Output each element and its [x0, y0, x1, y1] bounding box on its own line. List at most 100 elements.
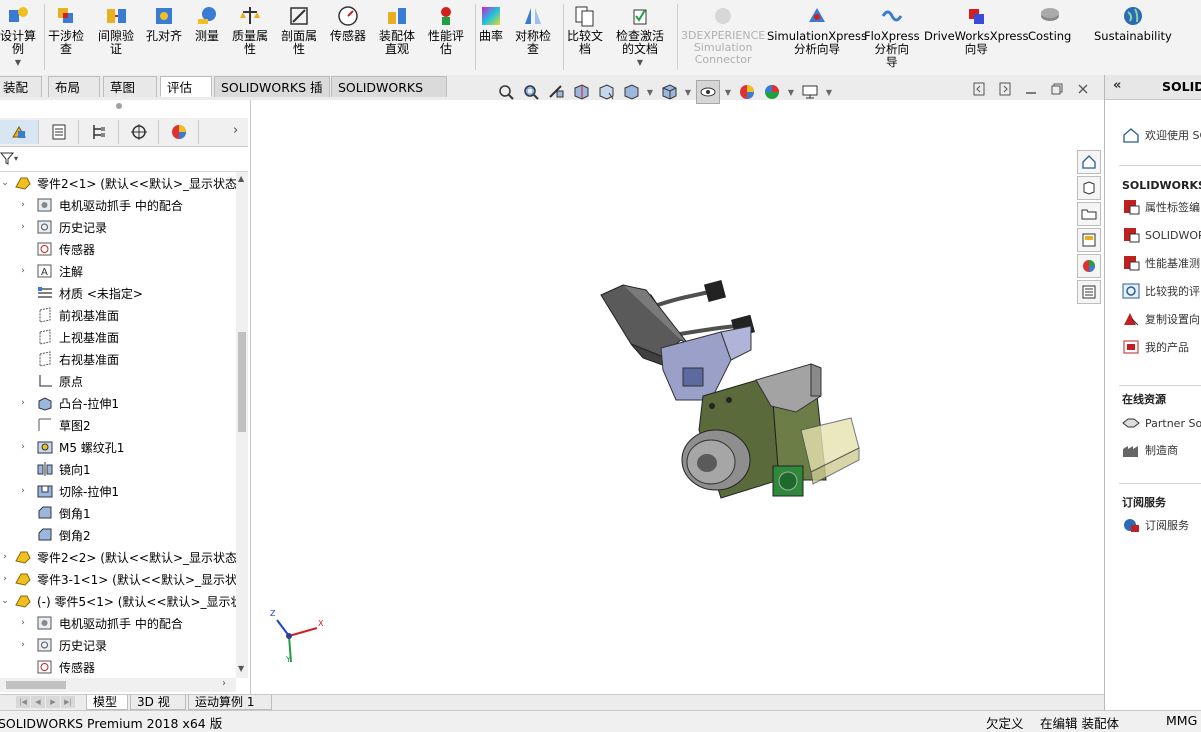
- tree-horizontal-scrollbar[interactable]: ›: [0, 678, 236, 692]
- edit-appearance-button[interactable]: [736, 81, 758, 103]
- tree-item-sketch2[interactable]: 草图2: [28, 414, 91, 436]
- tree-item-part2-1[interactable]: ⌄ 零件2<1> (默认<<默认>_显示状态: [0, 172, 236, 194]
- expand-arrow[interactable]: ›: [18, 640, 28, 650]
- measure-button[interactable]: 测量: [195, 4, 219, 43]
- task-pane-collapse-button[interactable]: «: [1113, 78, 1121, 93]
- tab-custom-properties[interactable]: [1077, 280, 1101, 304]
- online-item[interactable]: Partner Soli: [1121, 413, 1201, 433]
- tree-item-mates[interactable]: › 电机驱动抓手 中的配合: [18, 194, 183, 216]
- tab-appearances[interactable]: [1077, 254, 1101, 278]
- curvature-button[interactable]: 曲率: [479, 4, 503, 43]
- tab-solidworks-addins[interactable]: SOLIDWORKS 插件: [214, 76, 330, 116]
- driveworksxpress-button[interactable]: DriveWorksXpress 向导: [924, 4, 1028, 56]
- expand-arrow[interactable]: ›: [18, 618, 28, 628]
- tab-scroll-prev[interactable]: ◀: [31, 696, 45, 708]
- tree-item-m5-tapped-hole[interactable]: › M5 螺纹孔1: [18, 436, 124, 458]
- subscription-item[interactable]: 订阅服务: [1121, 515, 1189, 535]
- collapse-arrow[interactable]: ⌄: [0, 596, 10, 606]
- performance-evaluation-button[interactable]: 性能评 估: [428, 4, 464, 56]
- interference-check-button[interactable]: 干涉检 查: [48, 4, 84, 56]
- filter-button[interactable]: ▾: [0, 151, 18, 165]
- apply-scene-dropdown[interactable]: ▼: [786, 81, 796, 103]
- tab-scroll-last[interactable]: ▶|: [61, 696, 75, 708]
- close-button[interactable]: [1074, 82, 1092, 100]
- previous-view-button[interactable]: [545, 81, 567, 103]
- tree-vertical-scrollbar[interactable]: ▲ ▼: [236, 172, 248, 678]
- tool-item[interactable]: 复制设置向: [1121, 309, 1200, 329]
- view-settings-button[interactable]: [799, 81, 821, 103]
- minimize-button[interactable]: [1022, 82, 1040, 100]
- check-active-document-button[interactable]: 检查激活 的文档 ▼: [616, 4, 664, 69]
- tab-solidworks-resources[interactable]: [1077, 150, 1101, 174]
- tab-propertymanager[interactable]: [40, 120, 79, 144]
- expand-arrow[interactable]: ›: [18, 200, 28, 210]
- design-study-button[interactable]: 设计算 例 ▼: [0, 4, 36, 69]
- hole-alignment-button[interactable]: 孔对齐: [146, 4, 182, 43]
- tree-item-part5-1[interactable]: ⌄ (-) 零件5<1> (默认<<默认>_显示状: [0, 590, 236, 612]
- splitter-grip[interactable]: [116, 103, 122, 109]
- welcome-link[interactable]: 欢迎使用 SO: [1121, 125, 1201, 145]
- tab-displaymanager[interactable]: [160, 120, 199, 144]
- section-view-button[interactable]: [570, 81, 592, 103]
- tab-3d-view[interactable]: 3D 视图: [130, 695, 186, 723]
- symmetry-check-button[interactable]: 对称检 查: [515, 4, 551, 56]
- expand-arrow[interactable]: ›: [18, 266, 28, 276]
- tree-item-mirror1[interactable]: 镜向1: [28, 458, 91, 480]
- tab-design-library[interactable]: [1077, 176, 1101, 200]
- tree-item-material[interactable]: 材质 <未指定>: [28, 282, 143, 304]
- tree-item-sensors[interactable]: 传感器: [28, 238, 95, 260]
- mass-properties-button[interactable]: 质量属 性: [232, 4, 268, 56]
- panel-tabs-scroll-right[interactable]: ›: [233, 123, 238, 138]
- collapse-arrow[interactable]: ⌄: [0, 178, 10, 188]
- compare-documents-button[interactable]: 比较文 档: [567, 4, 603, 56]
- sustainability-button[interactable]: Sustainability: [1094, 4, 1172, 43]
- apply-scene-button[interactable]: [761, 81, 783, 103]
- tab-scroll-first[interactable]: |◀: [16, 696, 30, 708]
- tab-featuremanager[interactable]: [0, 120, 39, 144]
- tab-scroll-next[interactable]: ▶: [46, 696, 60, 708]
- tab-model[interactable]: 模型: [86, 695, 128, 710]
- expand-arrow[interactable]: ›: [18, 222, 28, 232]
- hide-show-items-button[interactable]: [696, 80, 720, 104]
- scroll-down-arrow[interactable]: ▼: [238, 664, 244, 673]
- scroll-right-arrow[interactable]: ›: [222, 678, 226, 689]
- tree-item-history[interactable]: › 历史记录: [18, 634, 107, 656]
- zoom-to-fit-button[interactable]: [495, 81, 517, 103]
- expand-arrow[interactable]: ›: [18, 398, 28, 408]
- tool-item[interactable]: 性能基准测: [1121, 253, 1200, 273]
- expand-arrow[interactable]: ›: [18, 486, 28, 496]
- tab-file-explorer[interactable]: [1077, 202, 1101, 226]
- expand-arrow[interactable]: ›: [0, 574, 10, 584]
- clearance-verification-button[interactable]: 间隙验 证: [98, 4, 134, 56]
- tab-dimxpertmanager[interactable]: [120, 120, 159, 144]
- view-orientation-button[interactable]: [620, 81, 642, 103]
- floxpress-button[interactable]: FloXpress 分析向 导: [864, 4, 920, 69]
- tab-assembly[interactable]: 装配体: [0, 76, 42, 116]
- dynamic-annotation-button[interactable]: [595, 81, 617, 103]
- scrollbar-thumb[interactable]: [6, 681, 66, 689]
- tab-sketch[interactable]: 草图: [103, 76, 157, 97]
- tool-item[interactable]: 我的产品: [1121, 337, 1189, 357]
- tree-item-chamfer1[interactable]: 倒角1: [28, 502, 91, 524]
- tool-item[interactable]: SOLIDWOR: [1121, 225, 1201, 245]
- display-style-button[interactable]: [658, 81, 680, 103]
- tree-item-history[interactable]: › 历史记录: [18, 216, 107, 238]
- tree-item-chamfer2[interactable]: 倒角2: [28, 524, 91, 546]
- display-style-dropdown[interactable]: ▼: [683, 81, 693, 103]
- unit-system[interactable]: MMG: [1166, 713, 1197, 728]
- viewport-next-button[interactable]: [996, 82, 1014, 100]
- tree-item-boss-extrude1[interactable]: › 凸台-拉伸1: [18, 392, 119, 414]
- view-orientation-dropdown[interactable]: ▼: [645, 81, 655, 103]
- costing-button[interactable]: Costing: [1028, 4, 1071, 43]
- sensors-button[interactable]: 传感器: [330, 4, 366, 43]
- tree-item-right-plane[interactable]: 右视基准面: [28, 348, 119, 370]
- tab-layout[interactable]: 布局: [48, 76, 100, 97]
- tab-evaluate[interactable]: 评估: [160, 76, 212, 97]
- tool-item[interactable]: 比较我的评: [1121, 281, 1200, 301]
- scroll-up-arrow[interactable]: ▲: [238, 174, 244, 183]
- tool-item[interactable]: 属性标签编: [1121, 197, 1200, 217]
- simulationxpress-button[interactable]: SimulationXpress 分析向导: [767, 4, 867, 56]
- tree-item-front-plane[interactable]: 前视基准面: [28, 304, 119, 326]
- tree-item-top-plane[interactable]: 上视基准面: [28, 326, 119, 348]
- tree-item-cut-extrude1[interactable]: › 切除-拉伸1: [18, 480, 119, 502]
